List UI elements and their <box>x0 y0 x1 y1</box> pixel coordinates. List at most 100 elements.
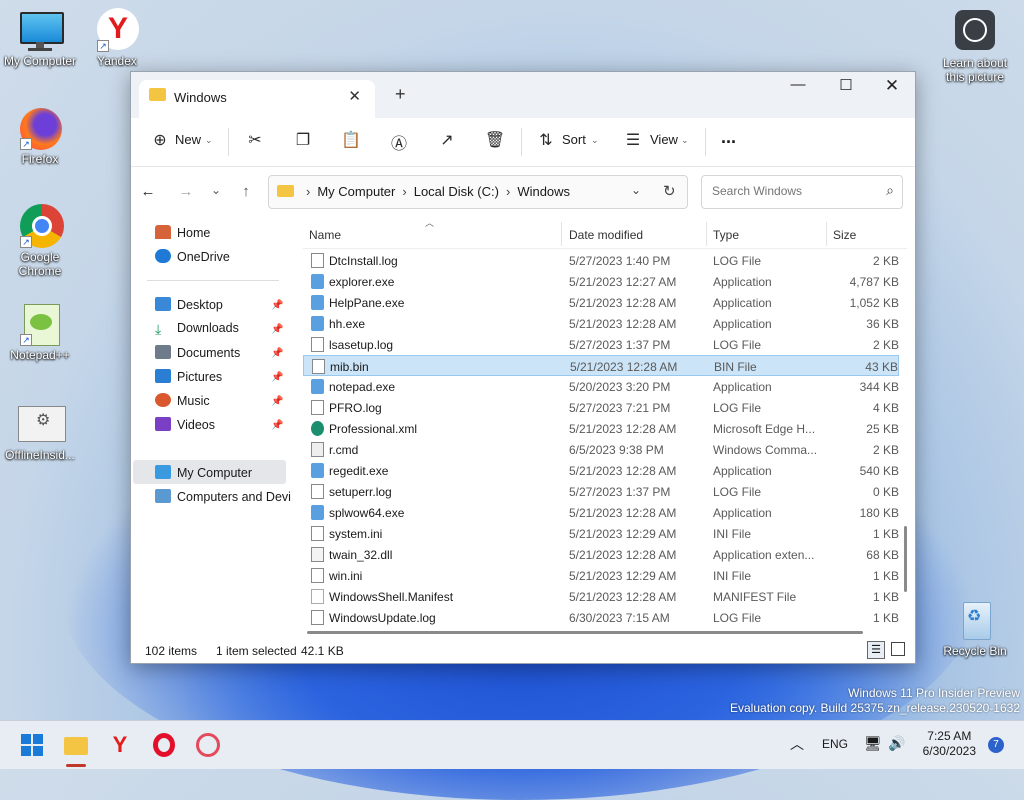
new-tab-button[interactable]: + <box>395 84 406 105</box>
table-row[interactable]: DtcInstall.log 5/27/2023 1:40 PM LOG File 2… <box>303 250 899 271</box>
desktop-icon-yandex[interactable]: Y ↗ Yandex <box>77 8 157 68</box>
delete-icon[interactable]: 🗑 <box>484 130 506 150</box>
column-header-name[interactable]: Name <box>309 228 341 242</box>
paste-icon[interactable]: 📋 <box>340 130 362 150</box>
clock[interactable]: 7:25 AM 6/30/2023 <box>923 729 976 759</box>
tiles-view-button[interactable] <box>891 642 905 656</box>
scrollbar-thumb[interactable] <box>904 526 907 592</box>
horizontal-scrollbar[interactable] <box>307 631 863 634</box>
table-row[interactable]: setuperr.log 5/27/2023 1:37 PM LOG File 0 K… <box>303 481 899 502</box>
notepadpp-icon: ↗ <box>18 302 62 346</box>
refresh-icon[interactable]: ↻ <box>663 182 676 200</box>
document-icon <box>155 345 171 359</box>
notification-badge[interactable]: 7 <box>988 737 1004 753</box>
table-row[interactable]: regedit.exe 5/21/2023 12:28 AM Application… <box>303 460 899 481</box>
desktop-icon-offlineinsider[interactable]: ⚙ OfflineInsid... <box>0 402 80 462</box>
column-header-size[interactable]: Size <box>833 228 856 242</box>
details-view-button[interactable]: ☰ <box>867 641 885 659</box>
file-icon <box>311 526 324 541</box>
opera-gx-taskbar-button[interactable] <box>194 731 222 759</box>
table-row[interactable]: WindowsUpdate.log 6/30/2023 7:15 AM LOG Fi… <box>303 607 899 628</box>
close-tab-icon[interactable]: ✕ <box>348 87 361 105</box>
back-button[interactable]: ← <box>137 183 159 200</box>
nav-item-home[interactable]: Home <box>155 225 210 247</box>
file-icon <box>312 359 325 374</box>
nav-item-my-computer[interactable]: My Computer <box>155 465 252 487</box>
desktop-icon-learn-picture[interactable]: Learn about this picture <box>935 10 1015 84</box>
table-row[interactable]: system.ini 5/21/2023 12:29 AM INI File 1 KB <box>303 523 899 544</box>
sort-icon[interactable]: ⇅ <box>535 130 557 150</box>
forward-button[interactable]: → <box>175 183 197 200</box>
nav-item-downloads[interactable]: ⤓ Downloads <box>155 321 239 343</box>
chevron-down-icon[interactable]: ⌄ <box>631 183 641 197</box>
minimize-button[interactable]: — <box>775 76 821 93</box>
file-date: 6/30/2023 7:15 AM <box>569 611 670 625</box>
nav-item-desktop[interactable]: Desktop <box>155 297 223 319</box>
view-button[interactable]: View <box>650 132 678 147</box>
table-row[interactable]: explorer.exe 5/21/2023 12:27 AM Applicatio… <box>303 271 899 292</box>
yandex-taskbar-button[interactable]: Y <box>106 731 134 759</box>
share-icon[interactable]: ↗ <box>436 130 458 150</box>
up-button[interactable]: ↑ <box>235 183 257 200</box>
breadcrumb-item[interactable]: Local Disk (C:) <box>414 184 499 199</box>
column-divider[interactable] <box>826 222 827 246</box>
nav-item-videos[interactable]: Videos <box>155 417 215 439</box>
breadcrumb-item[interactable]: Windows <box>517 184 570 199</box>
table-row[interactable]: hh.exe 5/21/2023 12:28 AM Application 36 KB <box>303 313 899 334</box>
desktop-icon-firefox[interactable]: ↗ Firefox <box>0 106 80 166</box>
search-input[interactable] <box>710 183 874 199</box>
nav-item-music[interactable]: Music <box>155 393 210 415</box>
column-divider[interactable] <box>561 222 562 246</box>
new-icon[interactable]: ⊕ <box>149 130 171 150</box>
recent-locations-button[interactable]: ⌄ <box>205 183 227 197</box>
table-row[interactable]: mib.bin 5/21/2023 12:28 AM BIN File 43 KB <box>303 355 899 376</box>
table-row[interactable]: PFRO.log 5/27/2023 7:21 PM LOG File 4 KB <box>303 397 899 418</box>
table-row[interactable]: Professional.xml 5/21/2023 12:28 AM Micros… <box>303 418 899 439</box>
language-indicator[interactable]: ENG <box>822 737 848 751</box>
desktop-icon-chrome[interactable]: ↗ Google Chrome <box>0 204 80 278</box>
search-box[interactable]: ⌕ <box>701 175 903 209</box>
column-header-date[interactable]: Date modified <box>569 228 643 242</box>
address-bar[interactable]: › My Computer › Local Disk (C:) › Windows ⌄ ↻ <box>268 175 688 209</box>
table-row[interactable]: lsasetup.log 5/27/2023 1:37 PM LOG File 2 K… <box>303 334 899 355</box>
table-row[interactable]: HelpPane.exe 5/21/2023 12:28 AM Applicatio… <box>303 292 899 313</box>
volume-icon[interactable]: 🔊 <box>888 735 905 752</box>
new-button[interactable]: New <box>175 132 201 147</box>
camera-icon <box>953 10 997 54</box>
table-row[interactable]: splwow64.exe 5/21/2023 12:28 AM Applicatio… <box>303 502 899 523</box>
cut-icon[interactable]: ✂ <box>244 130 266 150</box>
nav-item-documents[interactable]: Documents <box>155 345 240 367</box>
search-icon[interactable]: ⌕ <box>886 182 894 199</box>
nav-item-computers-devices[interactable]: Computers and Devi <box>155 489 291 511</box>
rename-icon[interactable]: Ⓐ <box>388 130 410 154</box>
clock-date: 6/30/2023 <box>922 744 976 758</box>
more-options-button[interactable]: ... <box>721 127 736 148</box>
desktop-icon-recycle-bin[interactable]: ♻ Recycle Bin <box>935 598 1015 658</box>
table-row[interactable]: win.ini 5/21/2023 12:29 AM INI File 1 KB <box>303 565 899 586</box>
vertical-scrollbar[interactable] <box>904 220 908 630</box>
file-explorer-taskbar-button[interactable] <box>62 731 90 767</box>
opera-taskbar-button[interactable] <box>150 731 178 759</box>
view-icon[interactable]: ☰ <box>622 130 644 150</box>
breadcrumb-item[interactable]: My Computer <box>317 184 395 199</box>
network-icon[interactable]: 🖥 <box>864 735 882 752</box>
close-window-button[interactable]: ✕ <box>869 76 915 96</box>
copy-icon[interactable]: ❐ <box>292 130 314 150</box>
table-row[interactable]: twain_32.dll 5/21/2023 12:28 AM Applicatio… <box>303 544 899 565</box>
maximize-button[interactable]: ☐ <box>823 76 869 94</box>
table-row[interactable]: notepad.exe 5/20/2023 3:20 PM Application 3… <box>303 376 899 397</box>
column-divider[interactable] <box>706 222 707 246</box>
desktop-icon-notepadpp[interactable]: ↗ Notepad++ <box>0 302 80 362</box>
nav-item-pictures[interactable]: Pictures <box>155 369 222 391</box>
sort-arrow-icon: ︿ <box>425 220 435 228</box>
watermark-line: Windows 11 Pro Insider Preview <box>848 686 1020 700</box>
nav-item-onedrive[interactable]: OneDrive <box>155 249 230 271</box>
sort-button[interactable]: Sort <box>562 132 586 147</box>
column-header-type[interactable]: Type <box>713 228 739 242</box>
table-row[interactable]: r.cmd 6/5/2023 9:38 PM Windows Comma... 2 K… <box>303 439 899 460</box>
show-hidden-icons-button[interactable]: ︿ <box>790 734 804 754</box>
desktop-icon-my-computer[interactable]: My Computer <box>0 8 80 68</box>
table-row[interactable]: WindowsShell.Manifest 5/21/2023 12:28 AM M… <box>303 586 899 607</box>
start-button[interactable] <box>18 731 46 759</box>
tab-windows[interactable]: Windows ✕ <box>139 80 375 118</box>
